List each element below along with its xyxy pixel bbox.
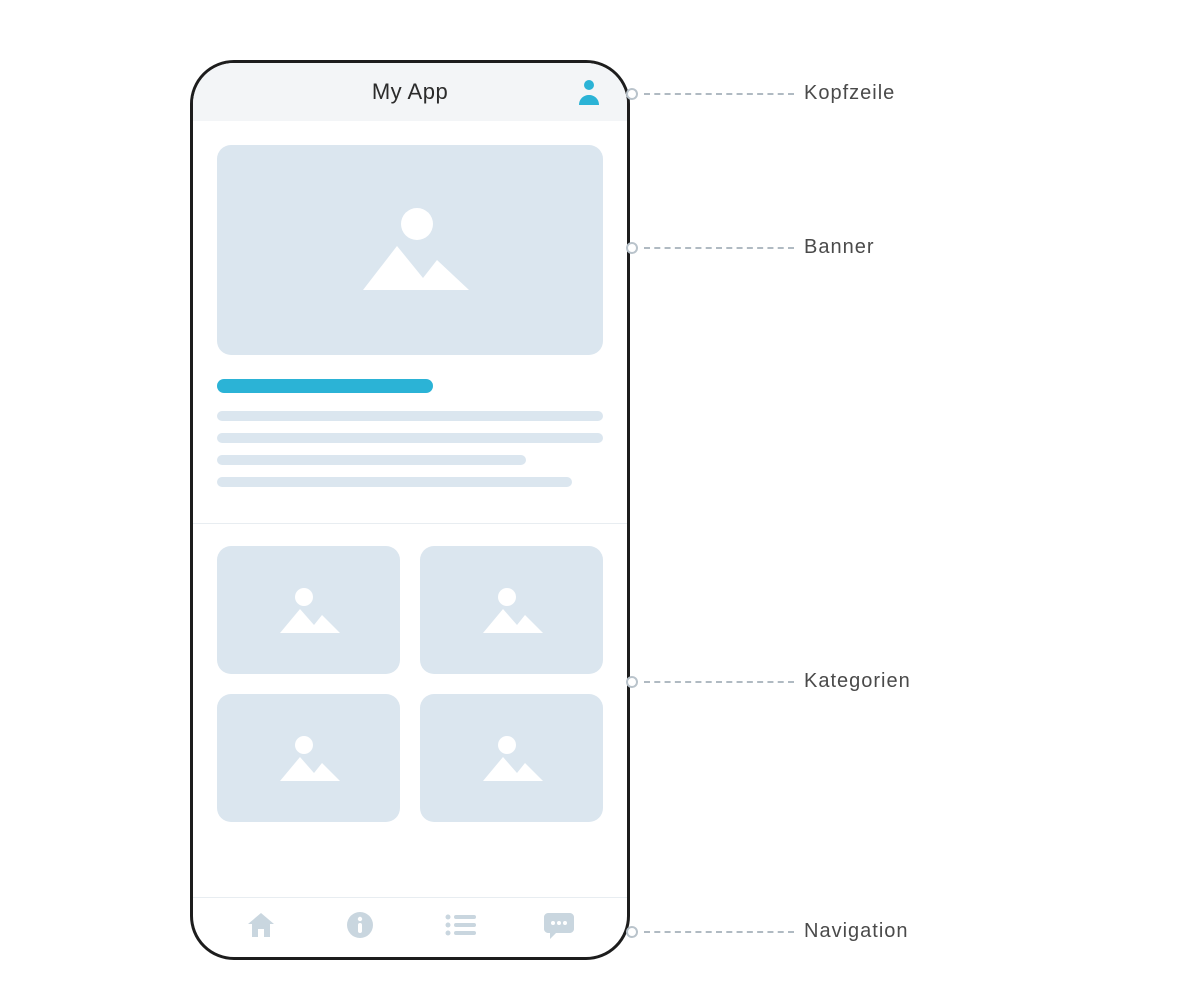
home-icon	[246, 911, 276, 939]
text-line-placeholder	[217, 433, 603, 443]
annotation-navigation: Navigation	[626, 920, 909, 943]
nav-home[interactable]	[241, 905, 281, 945]
diagram-stage: My App	[0, 0, 1200, 1000]
annotation-line	[644, 931, 794, 933]
bottom-nav	[193, 897, 627, 957]
text-heading-placeholder	[217, 379, 433, 393]
annotation-label: Navigation	[804, 920, 909, 943]
annotation-line	[644, 247, 794, 249]
nav-chat[interactable]	[539, 905, 579, 945]
banner-image-placeholder[interactable]	[217, 145, 603, 355]
info-icon	[346, 911, 374, 939]
phone-frame: My App	[190, 60, 630, 960]
annotation-dot	[626, 88, 638, 100]
chat-icon	[544, 911, 574, 939]
annotation-dot	[626, 242, 638, 254]
image-placeholder-icon	[477, 583, 547, 637]
annotation-header: Kopfzeile	[626, 82, 895, 105]
app-header: My App	[193, 63, 627, 121]
user-icon[interactable]	[577, 79, 601, 105]
category-card[interactable]	[217, 546, 400, 674]
category-card[interactable]	[420, 546, 603, 674]
list-icon	[444, 913, 476, 937]
annotation-label: Banner	[804, 236, 875, 259]
nav-list[interactable]	[440, 905, 480, 945]
text-line-placeholder	[217, 477, 572, 487]
annotation-label: Kategorien	[804, 670, 911, 693]
category-card[interactable]	[420, 694, 603, 822]
image-placeholder-icon	[345, 200, 475, 300]
annotation-categories: Kategorien	[626, 670, 911, 693]
annotation-line	[644, 681, 794, 683]
image-placeholder-icon	[274, 583, 344, 637]
categories-grid	[193, 524, 627, 832]
app-content	[193, 121, 627, 957]
text-line-placeholder	[217, 455, 526, 465]
nav-info[interactable]	[340, 905, 380, 945]
text-block	[217, 379, 603, 487]
image-placeholder-icon	[477, 731, 547, 785]
annotation-dot	[626, 676, 638, 688]
category-card[interactable]	[217, 694, 400, 822]
annotation-line	[644, 93, 794, 95]
annotation-dot	[626, 926, 638, 938]
text-line-placeholder	[217, 411, 603, 421]
app-title: My App	[372, 79, 448, 105]
annotation-banner: Banner	[626, 236, 875, 259]
annotation-label: Kopfzeile	[804, 82, 895, 105]
image-placeholder-icon	[274, 731, 344, 785]
banner-section	[193, 121, 627, 524]
